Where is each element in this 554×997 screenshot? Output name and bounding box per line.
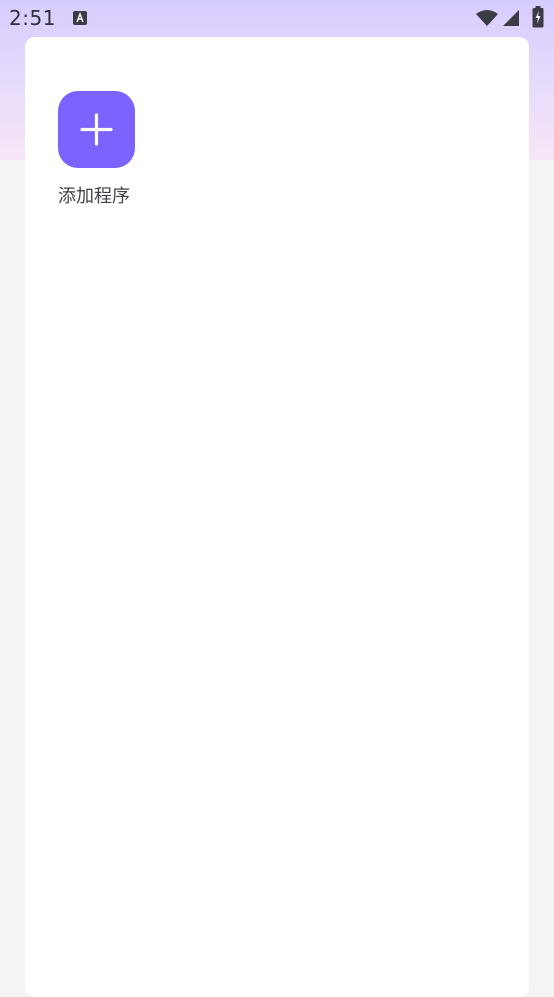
add-program-label: 添加程序 xyxy=(58,186,130,207)
programs-panel: 添加程序 xyxy=(25,37,529,997)
add-program-item[interactable]: 添加程序 xyxy=(58,91,136,208)
a-icon xyxy=(73,11,87,25)
status-time: 2:51 xyxy=(9,6,56,30)
battery-charging-icon xyxy=(532,6,544,28)
add-program-button[interactable] xyxy=(58,91,135,168)
wifi-icon xyxy=(476,10,498,26)
cellular-signal-icon xyxy=(503,10,519,26)
status-bar: 2:51 xyxy=(0,0,554,38)
plus-icon xyxy=(80,113,113,146)
